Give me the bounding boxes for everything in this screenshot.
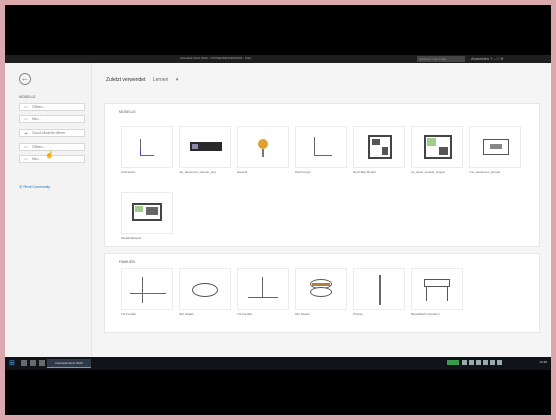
model-thumbnail — [469, 126, 521, 168]
family-name: Tür Familie — [237, 312, 253, 316]
maximize-icon[interactable]: □ — [497, 56, 499, 61]
open-icon: ▭ — [24, 104, 28, 109]
model-tile[interactable]: rme_advanced_sample — [469, 126, 521, 174]
community-link[interactable]: ⦿ Revit Community — [19, 185, 50, 190]
sidebar-item-open-family[interactable]: ▭ Öffnen... — [19, 143, 85, 151]
family-tile[interactable]: Beistelltisch Familie 1 — [411, 268, 463, 316]
page-title: Zuletzt verwendet Lernen ▾ — [106, 77, 178, 83]
cloud-icon: ☁ — [24, 130, 28, 135]
new-icon: ▭ — [24, 116, 28, 121]
learn-dropdown[interactable]: Lernen — [153, 77, 169, 83]
tray-icon[interactable] — [462, 360, 467, 365]
model-thumbnail — [411, 126, 463, 168]
chevron-down-icon[interactable]: ▾ — [176, 77, 179, 83]
windows-start-icon[interactable]: ⊞ — [9, 360, 16, 367]
family-thumbnail — [353, 268, 405, 310]
help-search-input[interactable]: Stichwort oder Frage — [417, 56, 465, 62]
model-name: Zeichnung1 — [295, 170, 311, 174]
model-tile[interactable]: Zeichnung1 — [295, 126, 347, 174]
user-sign-in[interactable]: Anmelden — [471, 56, 489, 61]
panel-header: MODELLE — [119, 110, 136, 114]
window-titlebar: Autodesk Revit 2020 - STUDENTENVERSION -… — [5, 55, 551, 63]
family-tile[interactable]: Tür Familie — [121, 268, 173, 316]
sidebar-item-label: Öffnen... — [32, 105, 46, 109]
screen-frame: Autodesk Revit 2020 - STUDENTENVERSION -… — [0, 0, 556, 420]
task-view-icon[interactable] — [30, 360, 36, 366]
tray-icon[interactable] — [469, 360, 474, 365]
model-name: Haustür — [237, 170, 248, 174]
explorer-icon[interactable] — [39, 360, 45, 366]
family-thumbnail — [411, 268, 463, 310]
model-thumbnail — [179, 126, 231, 168]
sidebar-item-label: Neu... — [32, 117, 42, 121]
family-name: Sitz Objekt — [179, 312, 194, 316]
system-tray — [447, 360, 547, 367]
window-title: Autodesk Revit 2020 - STUDENTENVERSION -… — [180, 56, 252, 60]
tray-status-icon[interactable] — [447, 360, 459, 365]
model-name: rst_basic_sample_project — [411, 170, 446, 174]
model-name: Architektur — [121, 170, 136, 174]
model-tile[interactable]: Haustür — [237, 126, 289, 174]
family-tile[interactable]: Pfosten — [353, 268, 405, 316]
model-name: rac_advanced_sample_proj — [179, 170, 216, 174]
minimize-icon[interactable]: – — [494, 56, 496, 61]
family-thumbnail — [179, 268, 231, 310]
model-tile[interactable]: rst_basic_sample_project — [411, 126, 463, 174]
new-icon: ▭ — [24, 156, 28, 161]
sidebar-item-label: Neu... — [32, 157, 42, 161]
sidebar-item-new-model[interactable]: ▭ Neu... — [19, 115, 85, 123]
model-thumbnail — [237, 126, 289, 168]
revit-home: ← MODELLE ▭ Öffnen... ▭ Neu... ☁ Cloud-M… — [5, 63, 551, 357]
main-content: Zuletzt verwendet Lernen ▾ MODELLE Archi… — [92, 63, 551, 357]
model-name: Revit Bsp Modell — [353, 170, 376, 174]
sidebar-item-label: Öffnen... — [32, 145, 46, 149]
close-icon[interactable]: ✕ — [500, 56, 503, 61]
window-controls[interactable]: Anmelden ? – □ ✕ — [471, 56, 504, 61]
sidebar-item-cloud-models[interactable]: ☁ Cloud-Modelle öffnen — [19, 129, 85, 137]
letterbox-bottom — [5, 370, 551, 415]
model-tile[interactable]: rac_advanced_sample_proj — [179, 126, 231, 174]
family-tile[interactable]: Tür Familie — [237, 268, 289, 316]
mouse-pointer-icon: ☝ — [45, 152, 54, 159]
open-icon: ▭ — [24, 144, 28, 149]
sidebar: ← MODELLE ▭ Öffnen... ▭ Neu... ☁ Cloud-M… — [5, 63, 92, 357]
taskbar-app-revit[interactable]: Autodesk Revit 2020 — [47, 359, 91, 368]
network-icon[interactable] — [490, 360, 495, 365]
model-name: rme_advanced_sample — [469, 170, 501, 174]
recent-families-panel: FAMILIEN Tür Familie Sitz Objekt Tür Fam… — [104, 253, 540, 333]
sidebar-item-open-model[interactable]: ▭ Öffnen... — [19, 103, 85, 111]
family-thumbnail — [121, 268, 173, 310]
model-thumbnail — [353, 126, 405, 168]
family-tile[interactable]: Sitz Objekt — [179, 268, 231, 316]
taskbar-clock[interactable]: 12:38 — [539, 360, 547, 364]
family-thumbnail — [237, 268, 289, 310]
model-thumbnail — [121, 192, 173, 234]
family-tile[interactable]: Sitz Objekt — [295, 268, 347, 316]
panel-header: FAMILIEN — [119, 260, 135, 264]
letterbox-top — [5, 5, 551, 55]
model-tile[interactable]: Revit Bsp Modell — [353, 126, 405, 174]
help-icon[interactable]: ? — [490, 56, 492, 61]
family-name: Beistelltisch Familie 1 — [411, 312, 440, 316]
sidebar-section-label: MODELLE — [19, 95, 36, 99]
back-arrow-icon[interactable]: ← — [19, 73, 31, 85]
family-name: Sitz Objekt — [295, 312, 310, 316]
recent-models-panel: MODELLE Architektur rac_advanced_sample_… — [104, 103, 540, 247]
family-thumbnail — [295, 268, 347, 310]
windows-taskbar: ⊞ Autodesk Revit 2020 12:38 — [5, 357, 551, 370]
volume-icon[interactable] — [497, 360, 502, 365]
family-name: Pfosten — [353, 312, 364, 316]
sidebar-item-label: Cloud-Modelle öffnen — [32, 131, 66, 135]
model-tile[interactable]: Modell Beispiel — [121, 192, 173, 240]
recent-heading: Zuletzt verwendet — [106, 77, 146, 83]
model-tile[interactable]: Architektur — [121, 126, 173, 174]
model-thumbnail — [121, 126, 173, 168]
tray-icon[interactable] — [483, 360, 488, 365]
model-thumbnail — [295, 126, 347, 168]
model-name: Modell Beispiel — [121, 236, 142, 240]
tray-icon[interactable] — [476, 360, 481, 365]
search-icon[interactable] — [21, 360, 27, 366]
family-name: Tür Familie — [121, 312, 137, 316]
